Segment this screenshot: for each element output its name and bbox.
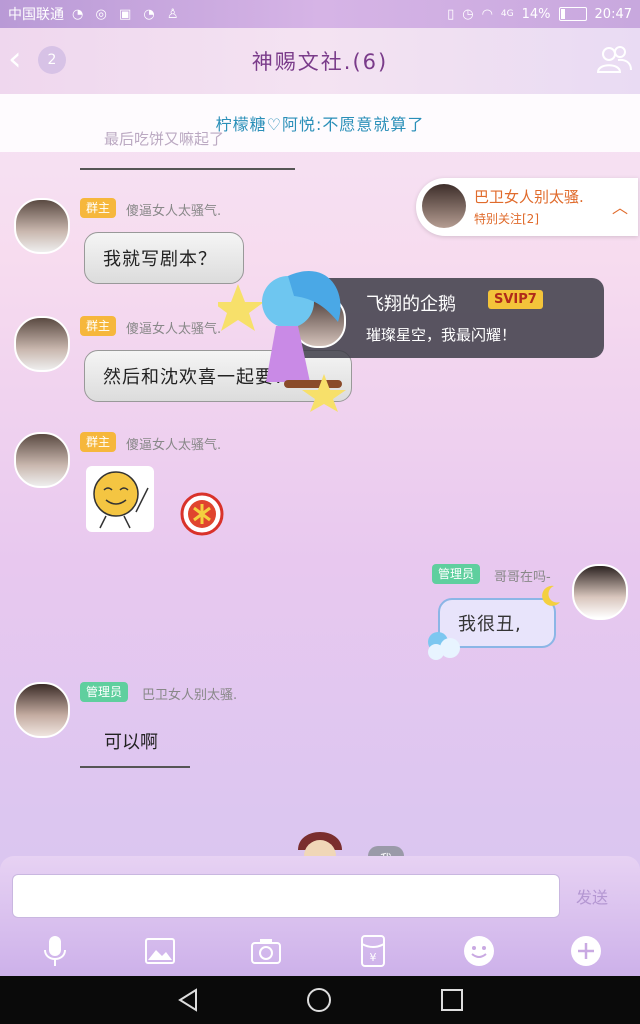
nav-recent-icon[interactable]	[440, 988, 464, 1012]
chat-header: ‹ 2 神赐文社.(6)	[0, 28, 640, 94]
pinned-notice[interactable]: 柠檬糖♡阿悦:不愿意就算了	[0, 94, 640, 152]
message-text[interactable]: 可以啊	[104, 728, 158, 754]
sender-nick: 哥哥在吗-	[494, 570, 551, 585]
notice-text: 柠檬糖♡阿悦:不愿意就算了	[215, 115, 425, 134]
moon-decoration-icon	[542, 585, 560, 606]
owner-tag: 群主	[80, 198, 117, 218]
battery-icon	[558, 7, 587, 21]
admin-tag: 管理员	[432, 564, 481, 584]
notification-icons: ◔ ◎ ▣ ◔ ♙	[72, 6, 183, 22]
special-follow-card[interactable]: 巴卫女人别太骚. 特别关注[2] ︿	[416, 178, 638, 236]
decoration-line	[80, 168, 295, 170]
carrier-label: 中国联通	[8, 7, 64, 23]
vip-subtitle: 璀璨星空，我最闪耀！	[366, 326, 517, 344]
sender-nick: 傻逼女人太骚气.	[126, 204, 222, 219]
group-members-icon[interactable]	[596, 44, 632, 74]
camera-icon[interactable]	[249, 934, 283, 968]
avatar	[422, 184, 466, 228]
red-packet-icon[interactable]: ¥	[356, 934, 390, 968]
message-input[interactable]	[12, 874, 560, 918]
owner-tag: 群主	[80, 316, 117, 336]
mic-icon[interactable]	[38, 934, 72, 968]
system-nav-bar	[0, 976, 640, 1024]
admin-tag: 管理员	[80, 682, 129, 702]
avatar[interactable]	[572, 564, 628, 620]
follow-subtitle: 特别关注[2]	[474, 212, 539, 226]
faded-message: 最后吃饼又嘛起了	[104, 130, 225, 148]
vip-name: 飞翔的企鹅	[366, 294, 456, 315]
nav-back-icon[interactable]	[176, 988, 200, 1012]
input-panel: 发送 ¥	[0, 856, 640, 976]
send-button[interactable]: 发送	[576, 884, 608, 908]
decoration-line	[80, 766, 190, 768]
wifi-icon: ◠	[481, 6, 493, 22]
clock: 20:47	[594, 6, 632, 22]
cloud-decoration-icon	[428, 632, 460, 660]
angry-emoji-icon[interactable]	[180, 492, 224, 536]
avatar[interactable]	[14, 432, 70, 488]
unread-count-badge: 2	[38, 46, 66, 74]
sender-nick: 傻逼女人太骚气.	[126, 438, 222, 453]
avatar[interactable]	[14, 198, 70, 254]
owner-tag: 群主	[80, 432, 117, 452]
network-label: 4G	[500, 9, 514, 19]
follow-name: 巴卫女人别太骚.	[474, 188, 584, 206]
nav-home-icon[interactable]	[306, 987, 332, 1013]
sender-nick: 巴卫女人别太骚.	[142, 688, 238, 703]
smiley-sticker-icon[interactable]	[86, 466, 154, 532]
vibrate-icon: ▯	[447, 6, 455, 22]
fairy-sticker-icon	[218, 270, 346, 412]
back-icon[interactable]: ‹	[8, 42, 34, 78]
sender-nick: 傻逼女人太骚气.	[126, 322, 222, 337]
avatar[interactable]	[14, 682, 70, 738]
svip-badge: SVIP7	[488, 290, 543, 309]
image-icon[interactable]	[143, 934, 177, 968]
chevron-up-icon[interactable]: ︿	[612, 194, 628, 218]
avatar[interactable]	[14, 316, 70, 372]
status-bar: 中国联通 ◔ ◎ ▣ ◔ ♙ ▯ ◷ ◠ 4G 14% 20:47	[0, 0, 640, 28]
alarm-icon: ◷	[462, 6, 474, 22]
battery-percent: 14%	[521, 6, 551, 22]
page-title: 神赐文社.(6)	[251, 50, 389, 74]
plus-icon[interactable]	[569, 934, 603, 968]
emoji-icon[interactable]	[462, 934, 496, 968]
svg-text:¥: ¥	[370, 951, 377, 964]
